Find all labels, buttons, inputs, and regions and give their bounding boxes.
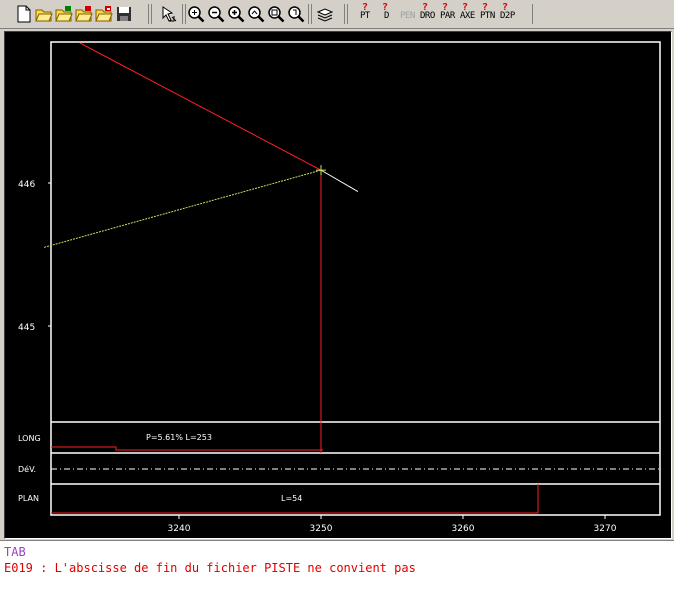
message-error: E019 : L'abscisse de fin du fichier PIST… [4,561,416,575]
x-tick-label: 3250 [310,524,333,534]
band-label-dev: DéV. [18,464,36,474]
profile-view[interactable]: 446 445 3240 3250 3260 3270 LONG DéV. PL… [4,31,672,539]
band-label-long: LONG [18,434,41,443]
save-icon[interactable] [114,4,134,24]
x-tick-label: 3260 [452,524,475,534]
toolbar-button-d2p[interactable]: ? D2P [500,2,518,23]
toolbar-button-ptn[interactable]: ? PTN [480,2,498,23]
x-ticks: 3240 3250 3260 3270 [168,515,617,534]
band-label-plan: PLAN [18,494,39,503]
open-folder-icon[interactable] [34,4,54,24]
plan-annotation: L=54 [281,494,302,503]
open-folder-3-icon[interactable] [74,4,94,24]
long-annotation: P=5.61% L=253 [146,433,212,442]
open-folder-4-icon[interactable] [94,4,114,24]
plot-frame [50,41,661,516]
new-file-icon[interactable] [14,4,34,24]
y-tick-label: 446 [18,180,35,190]
x-tick-label: 3240 [168,524,191,534]
zoom-in-icon[interactable] [226,4,246,24]
message-panel: TAB E019 : L'abscisse de fin du fichier … [0,540,674,595]
zoom-all-icon[interactable] [286,4,306,24]
zoom-fit-icon[interactable] [186,4,206,24]
layers-icon[interactable] [314,4,336,24]
toolbar-button-axe[interactable]: ? AXE [460,2,478,23]
zoom-window-icon[interactable] [266,4,286,24]
message-tab: TAB [4,545,26,559]
toolbar-button-par[interactable]: ? PAR [440,2,458,23]
long-profile-line [51,446,323,451]
toolbar-button-pt[interactable]: ? PT [360,2,376,23]
toolbar-button-pen[interactable]: PEN [400,5,418,23]
toolbar: ? PT ? D PEN ? DRO ? PAR ? AXE ? PTN ? D2P [0,0,674,29]
y-tick-label: 445 [18,323,35,333]
grade-line [320,169,359,193]
toolbar-button-d[interactable]: ? D [380,2,396,23]
zoom-previous-icon[interactable] [246,4,266,24]
open-folder-2-icon[interactable] [54,4,74,24]
terrain-line [43,169,322,248]
x-tick-label: 3270 [594,524,617,534]
intersection-cross-marker [316,165,326,176]
pointer-tool-icon[interactable] [158,4,180,24]
toolbar-button-dro[interactable]: ? DRO [420,2,438,23]
zoom-out-icon[interactable] [206,4,226,24]
profile-line [79,42,322,171]
